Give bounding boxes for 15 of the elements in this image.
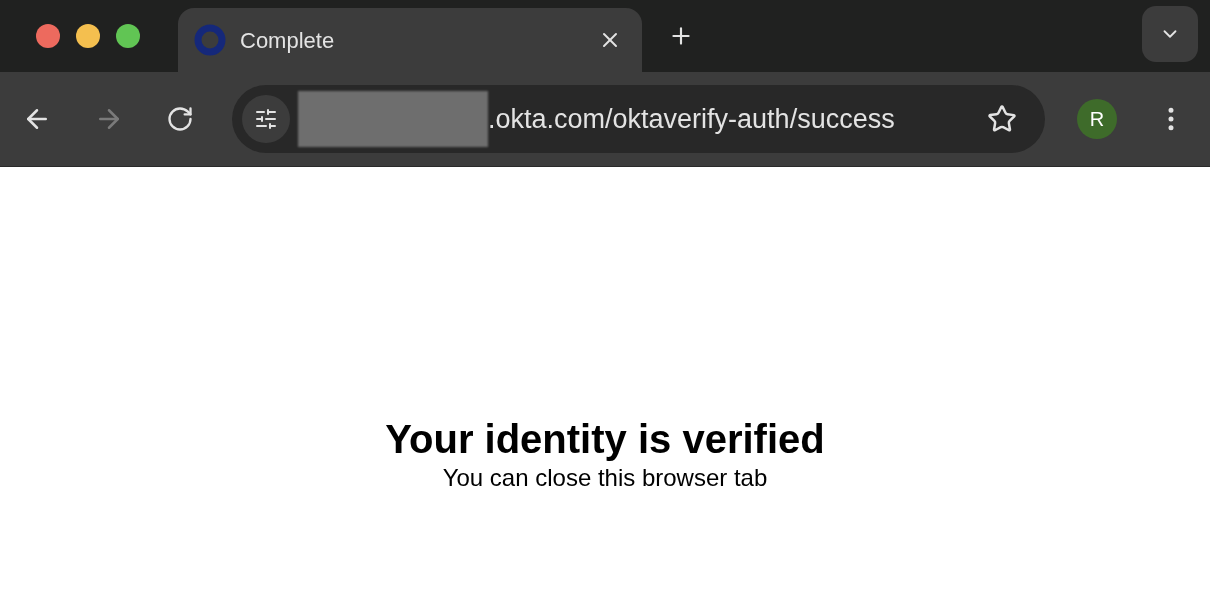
bookmark-star-icon[interactable] [987,104,1017,134]
maximize-window-button[interactable] [116,24,140,48]
page-subtext: You can close this browser tab [442,463,768,493]
ring-icon [194,24,226,56]
minimize-window-button[interactable] [76,24,100,48]
close-window-button[interactable] [36,24,60,48]
sliders-icon [254,107,278,131]
profile-avatar[interactable]: R [1077,99,1117,139]
reload-icon[interactable] [166,105,194,133]
browser-tab[interactable]: Complete [178,8,642,72]
tab-title: Complete [240,26,336,55]
page-heading: Your identity is verified [385,416,825,463]
site-settings-button[interactable] [242,95,290,143]
address-bar[interactable]: .okta.com/oktaverify-auth/success [232,85,1045,153]
url-text: .okta.com/oktaverify-auth/success [488,102,895,136]
